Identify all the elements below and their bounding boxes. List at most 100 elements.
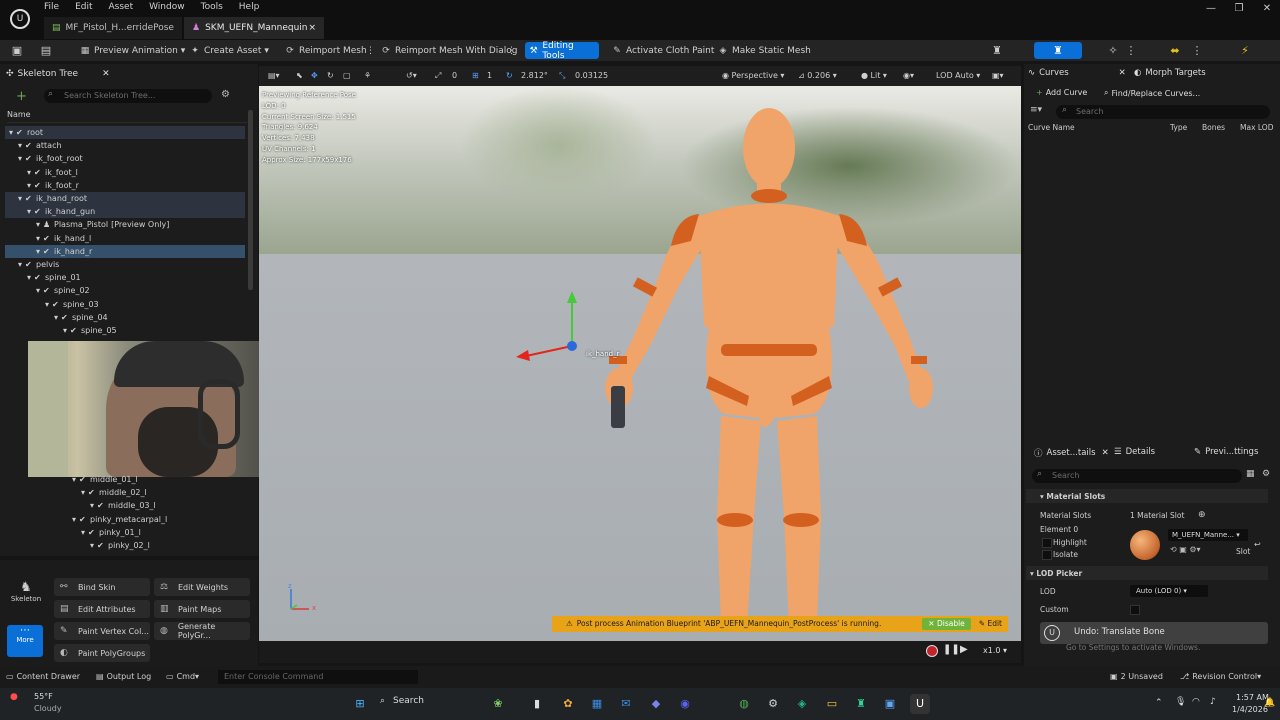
expand-arrow-icon[interactable]: ▾ — [18, 258, 25, 271]
highlight-checkbox[interactable] — [1042, 538, 1052, 548]
gear-icon[interactable]: ⚙ — [1262, 469, 1270, 479]
morph-targets-tab[interactable]: ◐ Morph Targets — [1134, 68, 1206, 78]
weather-icon[interactable]: ● — [10, 692, 32, 704]
bone-row[interactable]: ▾ ✔ spine_01 — [5, 271, 245, 284]
expand-arrow-icon[interactable]: ▾ — [18, 192, 25, 205]
tab-mannequin[interactable]: ♟ SKM_UEFN_Mannequin × — [184, 17, 324, 39]
physics-mode-icon[interactable]: ⚡ — [1232, 42, 1258, 59]
edit-button[interactable]: ✎ Edit — [979, 616, 1002, 632]
expand-arrow-icon[interactable]: ▾ — [36, 218, 43, 231]
editing-tools-button[interactable]: ⚒ Editing Tools — [525, 41, 599, 61]
column-curve-name[interactable]: Curve Name — [1028, 123, 1075, 132]
app2-icon[interactable]: ♜ — [851, 694, 871, 714]
unreal-taskbar-icon[interactable]: U — [910, 694, 930, 714]
mesh-mode-icon[interactable]: ♜ — [1034, 42, 1082, 59]
disable-button[interactable]: ✕ Disable — [922, 618, 971, 630]
tab-pistol-pose[interactable]: ▤ MF_Pistol_H...erridePose — [44, 17, 182, 39]
bone-row[interactable]: ▾ ✔ attach — [5, 139, 245, 152]
content-drawer-button[interactable]: ▭ Content Drawer — [6, 670, 80, 684]
skeleton-mode-button[interactable]: ♞ Skeleton — [4, 580, 48, 614]
curves-tab[interactable]: ∿ Curves ✕ — [1028, 68, 1126, 78]
expand-arrow-icon[interactable]: ▾ — [27, 271, 34, 284]
reimport-mesh-dialog-button[interactable]: ⟳ Reimport Mesh With Dialog — [377, 42, 521, 59]
app3-icon[interactable]: ▣ — [880, 694, 900, 714]
fov-control[interactable]: ⊿ 0.206 ▾ — [798, 68, 837, 84]
lit-dropdown[interactable]: ● Lit ▾ — [861, 68, 887, 84]
console-command-input[interactable]: Enter Console Command — [218, 670, 418, 684]
material-actions-icon[interactable]: ⟲ ▣ ⚙▾ — [1170, 545, 1201, 554]
bone-row[interactable]: ▾ ✔ ik_foot_l — [5, 166, 245, 179]
close-icon[interactable]: ✕ — [1102, 448, 1109, 458]
bone-row[interactable]: ▾ ✔ pinky_01_l — [5, 526, 245, 539]
add-slot-icon[interactable]: ⊕ — [1198, 510, 1206, 520]
more-options-icon[interactable]: ⋮ — [362, 42, 375, 59]
expand-arrow-icon[interactable]: ▾ — [36, 284, 43, 297]
close-icon[interactable]: ✕ — [1119, 68, 1126, 78]
skeleton-tree-tab[interactable]: ✣ Skeleton Tree ✕ — [6, 65, 256, 83]
microphone-icon[interactable]: 🎙 — [1175, 697, 1186, 707]
expand-arrow-icon[interactable]: ▾ — [36, 232, 43, 245]
grid-snap-value[interactable]: 0 — [452, 68, 457, 84]
bone-row[interactable]: ▾ ♟ Plasma_Pistol [Preview Only] — [5, 218, 245, 231]
scale-snap-value[interactable]: 0.03125 — [575, 68, 608, 84]
coordinate-space-icon[interactable]: ⚘ — [364, 68, 371, 84]
curves-search-input[interactable]: Search — [1056, 105, 1270, 119]
clock-date[interactable]: 1/4/2026 — [1232, 705, 1268, 714]
teams-icon[interactable]: ◆ — [646, 694, 666, 714]
expand-arrow-icon[interactable]: ▾ — [9, 126, 16, 139]
expand-arrow-icon[interactable]: ▾ — [18, 139, 25, 152]
menu-asset[interactable]: Asset — [101, 0, 142, 15]
preview-animation-button[interactable]: ▦ Preview Animation ▾ — [76, 42, 189, 59]
bone-row[interactable]: ▾ ✔ pinky_metacarpal_l — [5, 513, 245, 526]
unsaved-button[interactable]: ▣ 2 Unsaved — [1110, 670, 1163, 684]
generate-polygroups-button[interactable]: ◍ Generate PolyGr... — [154, 622, 250, 640]
more-tools-button[interactable]: ⋯ More — [7, 625, 43, 657]
lod-dropdown[interactable]: Auto (LOD 0) ▾ — [1130, 585, 1208, 597]
record-button[interactable] — [926, 645, 938, 657]
preview-settings-tab[interactable]: ✎ Previ...ttings — [1194, 447, 1258, 457]
bone-row[interactable]: ▾ ✔ pelvis — [5, 258, 245, 271]
make-static-mesh-button[interactable]: ◈ Make Static Mesh — [714, 42, 815, 59]
cmd-dropdown[interactable]: ▭ Cmd ▾ — [166, 670, 199, 684]
expand-arrow-icon[interactable]: ▾ — [72, 513, 79, 526]
output-log-button[interactable]: ▤ Output Log — [96, 670, 151, 684]
menu-edit[interactable]: Edit — [67, 0, 100, 15]
paint-maps-button[interactable]: ▥ Paint Maps — [154, 600, 250, 618]
browse-icon[interactable]: ▤ — [33, 42, 59, 59]
show-icon[interactable]: ◉▾ — [903, 68, 914, 84]
add-icon[interactable]: + — [16, 89, 27, 104]
unreal-logo-icon[interactable]: U — [10, 9, 30, 29]
create-asset-button[interactable]: ✦ Create Asset ▾ — [186, 42, 273, 59]
select-icon[interactable]: ⬉ — [296, 68, 303, 84]
bone-row[interactable]: ▾ ✔ middle_01_l — [5, 473, 245, 486]
surface-snap-icon[interactable]: ↺▾ — [406, 68, 417, 84]
store-icon[interactable]: ▦ — [587, 694, 607, 714]
find-replace-curves-button[interactable]: ⌕ Find/Replace Curves... — [1104, 88, 1200, 98]
expand-arrow-icon[interactable]: ▾ — [27, 179, 34, 192]
steam-icon[interactable]: ⚙ — [763, 694, 783, 714]
expand-arrow-icon[interactable]: ▾ — [90, 539, 97, 552]
bone-row[interactable]: ▾ ✔ pinky_02_l — [5, 539, 245, 552]
details-search-input[interactable]: Search — [1032, 469, 1242, 483]
rotation-snap-icon[interactable]: ↻ — [506, 68, 513, 84]
reset-icon[interactable]: ↩ — [1254, 540, 1261, 549]
maximize-button[interactable]: ❐ — [1226, 2, 1252, 16]
material-dropdown[interactable]: M_UEFN_Manne... ▾ — [1168, 529, 1248, 541]
bone-row[interactable]: ▾ ✔ ik_hand_r — [5, 244, 245, 258]
translate-icon[interactable]: ✥ — [311, 68, 318, 84]
expand-arrow-icon[interactable]: ▾ — [27, 166, 34, 179]
expand-arrow-icon[interactable]: ▾ — [45, 298, 52, 311]
activate-cloth-paint-button[interactable]: ✎ Activate Cloth Paint — [608, 42, 718, 59]
scrollbar[interactable] — [248, 110, 253, 290]
scale-snap-icon[interactable]: ⤡ — [559, 68, 565, 84]
rotate-icon[interactable]: ↻ — [327, 68, 334, 84]
isolate-checkbox[interactable] — [1042, 550, 1052, 560]
material-thumbnail[interactable] — [1130, 530, 1160, 560]
skeleton-search-input[interactable]: Search Skeleton Tree... — [44, 89, 212, 103]
bone-row[interactable]: ▾ ✔ root — [5, 126, 245, 139]
pause-icon[interactable]: ❚❚ — [943, 644, 960, 655]
discord-icon[interactable]: ◉ — [675, 694, 695, 714]
bone-row[interactable]: ▾ ✔ middle_02_l — [5, 486, 245, 499]
expand-arrow-icon[interactable]: ▾ — [18, 152, 25, 165]
bone-row[interactable]: ▾ ✔ ik_foot_root — [5, 152, 245, 165]
